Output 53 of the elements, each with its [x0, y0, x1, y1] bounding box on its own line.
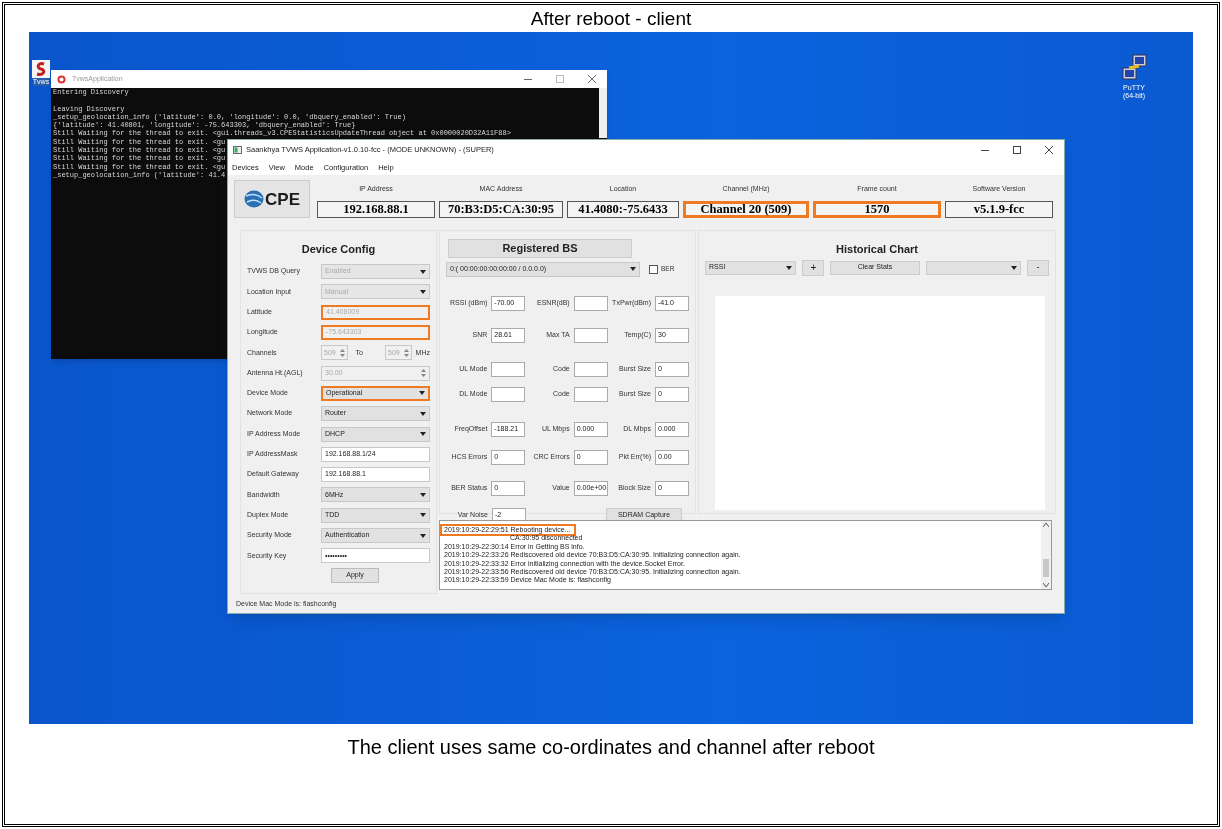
value-field: 41.4080:-75.6433: [567, 201, 679, 218]
value-field: 192.168.88.1: [317, 201, 435, 218]
value-field: 70:B3:D5:CA:30:95: [439, 201, 563, 218]
input-field[interactable]: [491, 361, 526, 377]
caret-icon: [1011, 265, 1018, 270]
caption: The client uses same co-ordinates and channel after reboot: [347, 735, 875, 759]
panel-title: Device Config: [300, 242, 377, 257]
add-button[interactable]: +: [802, 259, 825, 276]
minimize-icon: [524, 78, 532, 80]
close-icon: [588, 75, 596, 83]
scroll-down-icon: [1043, 583, 1049, 587]
panel-title: Registered BS: [448, 239, 632, 258]
checkbox[interactable]: [649, 264, 658, 274]
value-field: 1570: [813, 201, 941, 218]
input-field[interactable]: [491, 386, 526, 402]
scrollbar[interactable]: [599, 88, 607, 138]
spinner-icon: [339, 348, 345, 357]
maximize-icon: [556, 75, 564, 83]
caret-icon: [630, 267, 636, 271]
caret-icon: [420, 432, 426, 436]
input-field[interactable]: [573, 361, 608, 377]
select-field[interactable]: [925, 260, 1022, 275]
caret-icon: [420, 269, 426, 274]
maximize-icon: [1013, 146, 1021, 154]
window-icon: [233, 146, 242, 154]
page-title: After reboot - client: [530, 8, 692, 30]
value-field: v5.1.9-fcc: [945, 201, 1053, 218]
input-field[interactable]: [573, 295, 608, 311]
remove-button[interactable]: -: [1027, 259, 1049, 276]
close-button[interactable]: [587, 74, 597, 84]
globe-icon: [244, 190, 264, 208]
input-field[interactable]: [573, 327, 608, 343]
caret-icon: [786, 265, 793, 270]
close-icon: [1045, 146, 1053, 154]
minimize-icon: [981, 149, 989, 151]
caret-icon: [419, 391, 425, 396]
input-field[interactable]: [573, 386, 608, 402]
spinner-icon: [403, 348, 409, 357]
caret-icon: [420, 513, 426, 518]
scrollbar-thumb[interactable]: [1043, 559, 1049, 577]
scroll-up-icon: [1043, 523, 1049, 527]
maximize-button[interactable]: [1012, 145, 1022, 155]
value-field: Channel 20 (509): [683, 201, 809, 218]
caret-icon: [420, 411, 426, 416]
caret-icon: [420, 533, 426, 538]
logo-text: CPE: [265, 190, 300, 208]
app-icon: [57, 74, 66, 84]
caret-icon: [420, 289, 426, 294]
spinner-icon: [421, 369, 426, 378]
panel-title: Historical Chart: [835, 242, 919, 257]
caret-icon: [420, 492, 426, 497]
close-button[interactable]: [1044, 145, 1054, 155]
scrollbar[interactable]: [1041, 521, 1051, 589]
